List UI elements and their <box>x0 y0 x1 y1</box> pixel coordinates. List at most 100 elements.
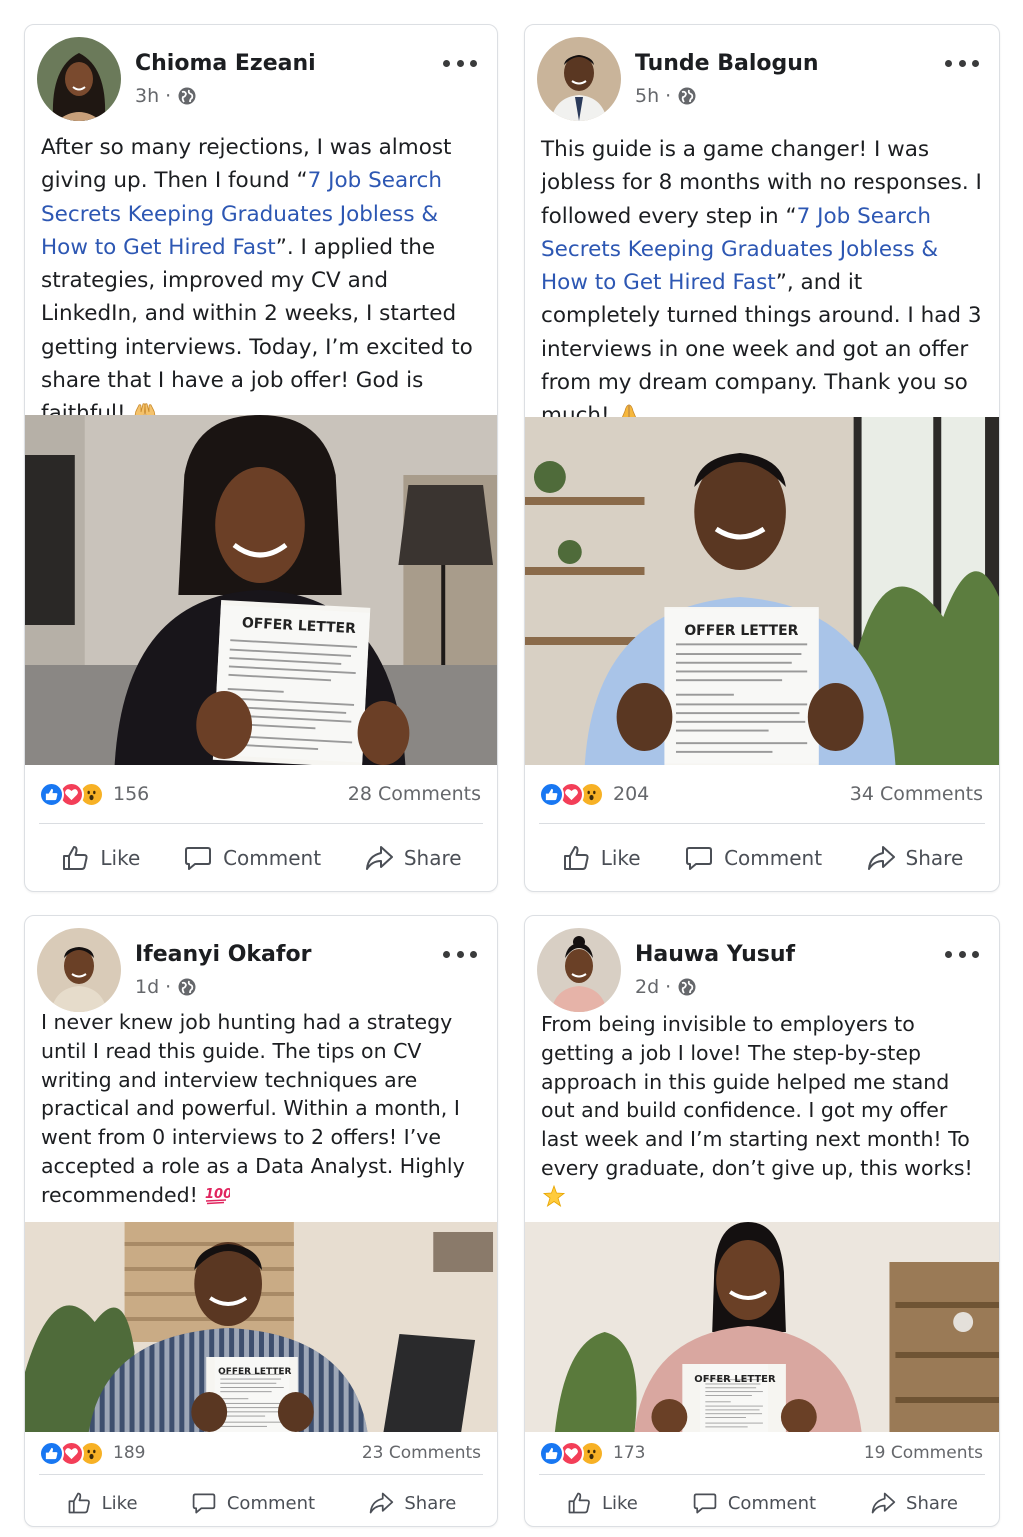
thumbs-up-icon <box>66 1490 92 1516</box>
post-card: Chioma Ezeani 3h · After so many rejecti… <box>24 24 498 892</box>
more-options-icon[interactable] <box>945 53 979 73</box>
divider <box>39 823 483 824</box>
globe-icon <box>677 86 697 106</box>
post-text-part: From being invisible to employers to get… <box>541 1012 973 1180</box>
reaction-count: 173 <box>613 1443 646 1463</box>
comment-bubble-icon <box>191 1490 217 1516</box>
avatar[interactable] <box>37 37 121 121</box>
meta-separator: · <box>665 85 672 107</box>
author-name[interactable]: Tunde Balogun <box>635 51 819 76</box>
hundred-points-icon <box>204 1183 230 1205</box>
author-name[interactable]: Ifeanyi Okafor <box>135 942 311 967</box>
post-time[interactable]: 2d <box>635 976 659 998</box>
avatar[interactable] <box>537 928 621 1012</box>
share-label: Share <box>905 846 964 870</box>
glowing-star-icon <box>541 1185 567 1207</box>
post-actions: Like Comment Share <box>39 833 483 883</box>
photo-letter-title: OFFER LETTER <box>684 623 798 639</box>
reaction-count: 204 <box>613 783 650 805</box>
share-arrow-icon <box>866 843 896 873</box>
post-actions: Like Comment Share <box>39 1478 483 1527</box>
comments-count[interactable]: 19 Comments <box>864 1443 983 1463</box>
comments-count[interactable]: 34 Comments <box>850 783 983 805</box>
share-arrow-icon <box>368 1490 394 1516</box>
post-card: Tunde Balogun 5h · This guide is a game … <box>524 24 1000 892</box>
comment-button[interactable]: Comment <box>191 1490 315 1516</box>
avatar[interactable] <box>37 928 121 1012</box>
meta-separator: · <box>165 976 172 998</box>
photo-letter-title: OFFER LETTER <box>694 1374 776 1385</box>
author-name[interactable]: Hauwa Yusuf <box>635 942 795 967</box>
share-button[interactable]: Share <box>364 843 462 873</box>
post-text: From being invisible to employers to get… <box>541 1010 985 1212</box>
like-label: Like <box>600 846 641 870</box>
share-button[interactable]: Share <box>368 1490 456 1516</box>
globe-icon <box>677 977 697 997</box>
like-label: Like <box>101 1492 138 1514</box>
post-stats: 156 28 Comments <box>39 779 481 809</box>
comment-button[interactable]: Comment <box>692 1490 816 1516</box>
comment-label: Comment <box>226 1492 316 1514</box>
thumbs-up-icon <box>566 1490 592 1516</box>
post-actions: Like Comment Share <box>539 833 985 883</box>
post-header: Chioma Ezeani 3h · <box>25 25 497 125</box>
post-header: Ifeanyi Okafor 1d · <box>25 916 497 1016</box>
more-options-icon[interactable] <box>945 944 979 964</box>
divider <box>539 823 985 824</box>
comment-button[interactable]: Comment <box>183 843 321 873</box>
globe-icon <box>177 86 197 106</box>
post-time[interactable]: 1d <box>135 976 159 998</box>
reactions-summary[interactable]: 189 <box>39 1440 146 1466</box>
meta-separator: · <box>165 85 172 107</box>
post-meta: 1d · <box>135 976 197 998</box>
more-options-icon[interactable] <box>443 944 477 964</box>
avatar[interactable] <box>537 37 621 121</box>
reactions-summary[interactable]: 156 <box>39 781 150 807</box>
comment-bubble-icon <box>183 843 213 873</box>
post-photo[interactable]: OFFER LETTER <box>25 1222 497 1432</box>
like-label: Like <box>100 846 141 870</box>
reactions-summary[interactable]: 204 <box>539 781 650 807</box>
post-text-part: ”. I applied the strategies, improved my… <box>41 234 473 427</box>
post-stats: 189 23 Comments <box>39 1438 481 1468</box>
like-reaction-icon <box>39 781 64 807</box>
post-card: Hauwa Yusuf 2d · From being invisible to… <box>524 915 1000 1527</box>
thumbs-up-icon <box>60 843 90 873</box>
post-stats: 173 19 Comments <box>539 1438 983 1468</box>
post-time[interactable]: 5h <box>635 85 659 107</box>
author-name[interactable]: Chioma Ezeani <box>135 51 316 76</box>
post-meta: 5h · <box>635 85 697 107</box>
post-text: I never knew job hunting had a strategy … <box>41 1008 483 1210</box>
reaction-count: 189 <box>113 1443 146 1463</box>
comments-count[interactable]: 28 Comments <box>348 783 481 805</box>
post-photo[interactable]: OFFER LETTER <box>525 417 999 765</box>
more-options-icon[interactable] <box>443 53 477 73</box>
globe-icon <box>177 977 197 997</box>
like-reaction-icon <box>39 1440 64 1466</box>
post-time[interactable]: 3h <box>135 85 159 107</box>
share-button[interactable]: Share <box>866 843 964 873</box>
post-actions: Like Comment Share <box>539 1478 985 1527</box>
post-photo[interactable]: OFFER LETTER <box>25 415 497 765</box>
like-label: Like <box>601 1492 638 1514</box>
comment-button[interactable]: Comment <box>684 843 822 873</box>
post-card: Ifeanyi Okafor 1d · I never knew job hun… <box>24 915 498 1527</box>
photo-letter-title: OFFER LETTER <box>218 1367 291 1377</box>
post-meta: 2d · <box>635 976 697 998</box>
like-reaction-icon <box>539 781 564 807</box>
post-text: After so many rejections, I was almost g… <box>41 131 483 431</box>
comment-bubble-icon <box>692 1490 718 1516</box>
like-button[interactable]: Like <box>566 1490 638 1516</box>
reaction-count: 156 <box>113 783 150 805</box>
post-header: Tunde Balogun 5h · <box>525 25 999 125</box>
like-button[interactable]: Like <box>561 843 641 873</box>
comments-count[interactable]: 23 Comments <box>362 1443 481 1463</box>
like-button[interactable]: Like <box>60 843 140 873</box>
like-button[interactable]: Like <box>66 1490 138 1516</box>
share-button[interactable]: Share <box>870 1490 958 1516</box>
share-arrow-icon <box>364 843 394 873</box>
reactions-summary[interactable]: 173 <box>539 1440 646 1466</box>
comment-label: Comment <box>727 1492 817 1514</box>
post-photo[interactable]: OFFER LETTER <box>525 1222 999 1432</box>
post-stats: 204 34 Comments <box>539 779 983 809</box>
